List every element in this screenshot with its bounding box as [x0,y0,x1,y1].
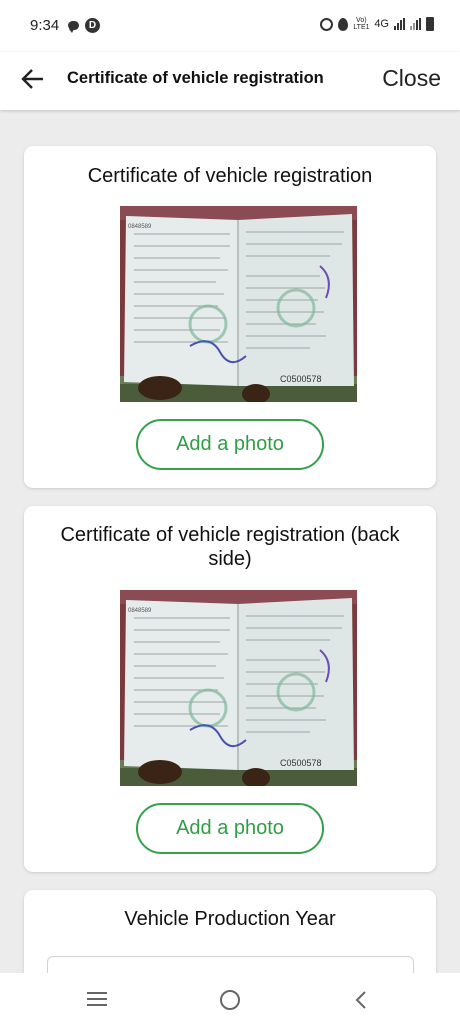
registration-photo[interactable]: C0500578 0848589 [120,206,357,402]
volte-icon: Vo) LTE1 [353,17,370,31]
serial-text: 0848589 [128,608,152,614]
card-title: Certificate of vehicle registration [87,165,373,187]
system-icons: Vo) LTE1 4G [320,17,434,31]
serial-text: 0848589 [128,224,152,230]
arrow-left-icon[interactable] [20,66,46,92]
card-title: Vehicle Production Year [124,908,336,930]
app-header: Certificate of vehicle registration Clos… [0,52,460,110]
data-saver-icon [320,17,334,31]
home-icon[interactable] [220,990,240,1010]
registration-back-card: Certificate of vehicle registration (bac… [24,506,436,872]
battery-icon [426,17,434,31]
message-icon [68,21,79,33]
navigation-bar [0,973,460,1024]
status-time: 9:34 [30,17,60,34]
registration-back-photo[interactable]: C0500578 0848589 [120,590,357,786]
add-photo-button[interactable]: Add a photo [136,803,324,854]
back-icon[interactable] [352,990,370,1010]
close-button[interactable]: Close [382,65,441,92]
signal-icon-2 [410,18,421,30]
doc-number-text: C0500578 [280,758,322,768]
add-photo-button[interactable]: Add a photo [136,419,324,470]
recent-apps-icon[interactable] [87,992,107,1010]
card-title: Certificate of vehicle registration (bac… [60,524,400,570]
signal-icon [394,18,405,30]
notification-icons: D [68,18,100,33]
status-bar: 9:34 D Vo) LTE1 4G [0,0,460,52]
app-badge-icon: D [85,18,100,33]
location-icon [338,17,349,31]
registration-front-card: Certificate of vehicle registration C050… [24,146,436,488]
doc-number-text: C0500578 [280,374,322,384]
page-title: Certificate of vehicle registration [67,69,324,87]
network-type: 4G [374,18,389,30]
